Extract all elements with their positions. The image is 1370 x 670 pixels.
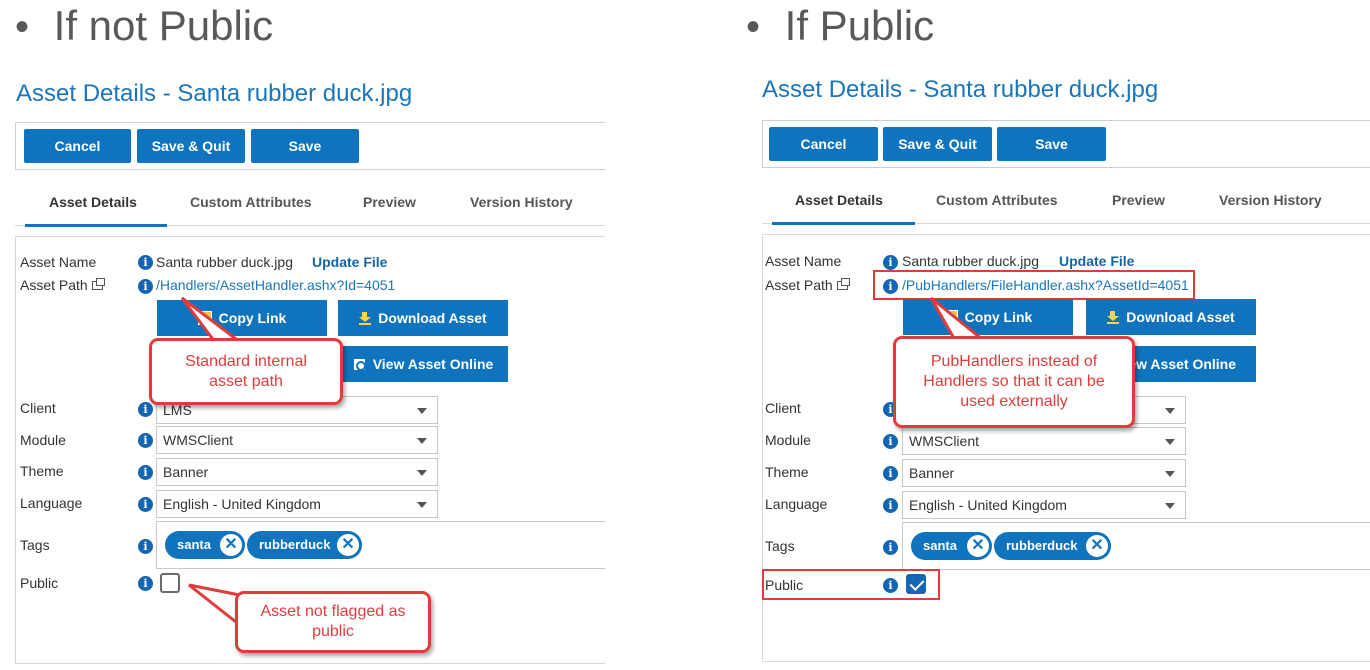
- callout-standard-path: Standard internal asset path: [149, 338, 343, 405]
- callout-pubhandlers: PubHandlers instead of Handlers so that …: [893, 336, 1135, 428]
- panel-not-public: • If not Public Asset Details - Santa ru…: [0, 0, 610, 670]
- panel-public: • If Public Asset Details - Santa rubber…: [745, 0, 1370, 670]
- callout-pointer: [929, 296, 988, 342]
- callout-pointer: [180, 296, 253, 625]
- callout-not-public: Asset not flagged as public: [235, 591, 431, 653]
